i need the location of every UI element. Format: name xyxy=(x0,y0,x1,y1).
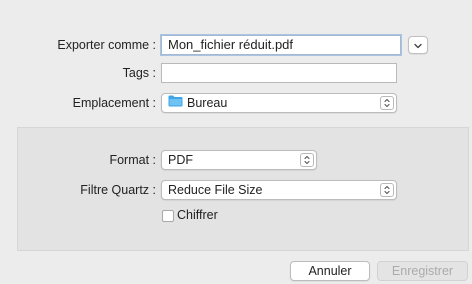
format-value: PDF xyxy=(168,153,193,167)
export-dialog: Exporter comme : Mon_fichier réduit.pdf … xyxy=(0,0,472,284)
up-down-arrows-icon xyxy=(300,153,314,167)
up-down-arrows-icon xyxy=(380,96,394,110)
location-value: Bureau xyxy=(187,96,228,110)
cancel-button[interactable]: Annuler xyxy=(290,261,370,281)
location-select[interactable]: Bureau xyxy=(161,93,397,113)
chevron-down-icon xyxy=(414,38,422,52)
format-select[interactable]: PDF xyxy=(161,150,317,170)
quartz-filter-value: Reduce File Size xyxy=(168,183,263,197)
quartz-filter-label: Filtre Quartz : xyxy=(80,183,156,197)
location-label: Emplacement : xyxy=(72,96,156,110)
export-as-label: Exporter comme : xyxy=(57,38,156,52)
tags-label: Tags : xyxy=(122,66,156,80)
save-button[interactable]: Enregistrer xyxy=(377,261,468,281)
folder-icon xyxy=(168,94,183,112)
expand-dialog-button[interactable] xyxy=(408,36,428,54)
up-down-arrows-icon xyxy=(380,183,394,197)
tags-input[interactable] xyxy=(161,63,397,83)
format-label: Format : xyxy=(109,153,156,167)
encrypt-label[interactable]: Chiffrer xyxy=(177,208,218,222)
encrypt-checkbox[interactable] xyxy=(162,210,174,222)
filename-input[interactable]: Mon_fichier réduit.pdf xyxy=(161,35,401,55)
quartz-filter-select[interactable]: Reduce File Size xyxy=(161,180,397,200)
